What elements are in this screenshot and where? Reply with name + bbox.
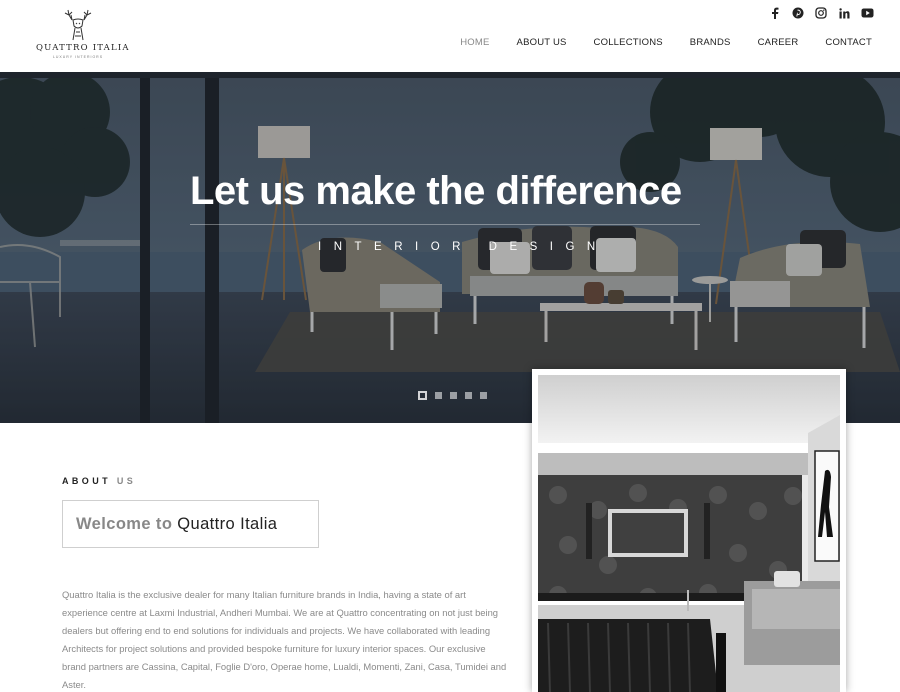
nav-item-contact[interactable]: CONTACT [825,37,872,48]
welcome-heading: Welcome to Quattro Italia [76,515,277,534]
about-paragraph: Quattro Italia is the exclusive dealer f… [62,589,507,690]
linkedin-icon[interactable] [837,6,851,20]
slider-dot-1[interactable] [418,391,427,400]
interior-photo [538,375,840,692]
hero-subtitle: INTERIOR DESIGN [318,241,608,253]
about-label-light: US [116,476,137,486]
brand-tagline: LUXURY INTERIORS [52,55,104,59]
site-header: QUATTRO ITALIA LUXURY INTERIORS HOME ABO… [0,0,900,72]
about-label-bold: ABOUT [62,476,111,486]
interior-image-card [532,369,846,692]
hero-title: Let us make the difference [190,169,682,213]
pinterest-icon[interactable] [791,6,805,20]
slider-dot-2[interactable] [435,392,442,399]
nav-item-collections[interactable]: COLLECTIONS [594,37,663,48]
slider-pagination [418,391,487,400]
stag-logo-icon [64,9,92,41]
social-links [768,6,874,20]
instagram-icon[interactable] [814,6,828,20]
nav-item-about-us[interactable]: ABOUT US [517,37,567,48]
nav-item-home[interactable]: HOME [460,37,489,48]
hero-divider [190,224,700,225]
slider-dot-3[interactable] [450,392,457,399]
brand-logo[interactable]: QUATTRO ITALIA LUXURY INTERIORS [36,6,130,66]
main-nav: HOME ABOUT US COLLECTIONS BRANDS CAREER … [460,37,872,48]
nav-item-career[interactable]: CAREER [758,37,799,48]
nav-item-brands[interactable]: BRANDS [690,37,731,48]
about-section-label: ABOUT US [62,476,136,486]
brand-name: QUATTRO ITALIA [36,43,130,53]
welcome-heading-box: Welcome to Quattro Italia [62,500,319,548]
slider-dot-4[interactable] [465,392,472,399]
youtube-icon[interactable] [860,6,874,20]
welcome-brand-name: Quattro Italia [177,515,278,533]
facebook-icon[interactable] [768,6,782,20]
slider-dot-5[interactable] [480,392,487,399]
welcome-prefix: Welcome to [76,515,173,533]
